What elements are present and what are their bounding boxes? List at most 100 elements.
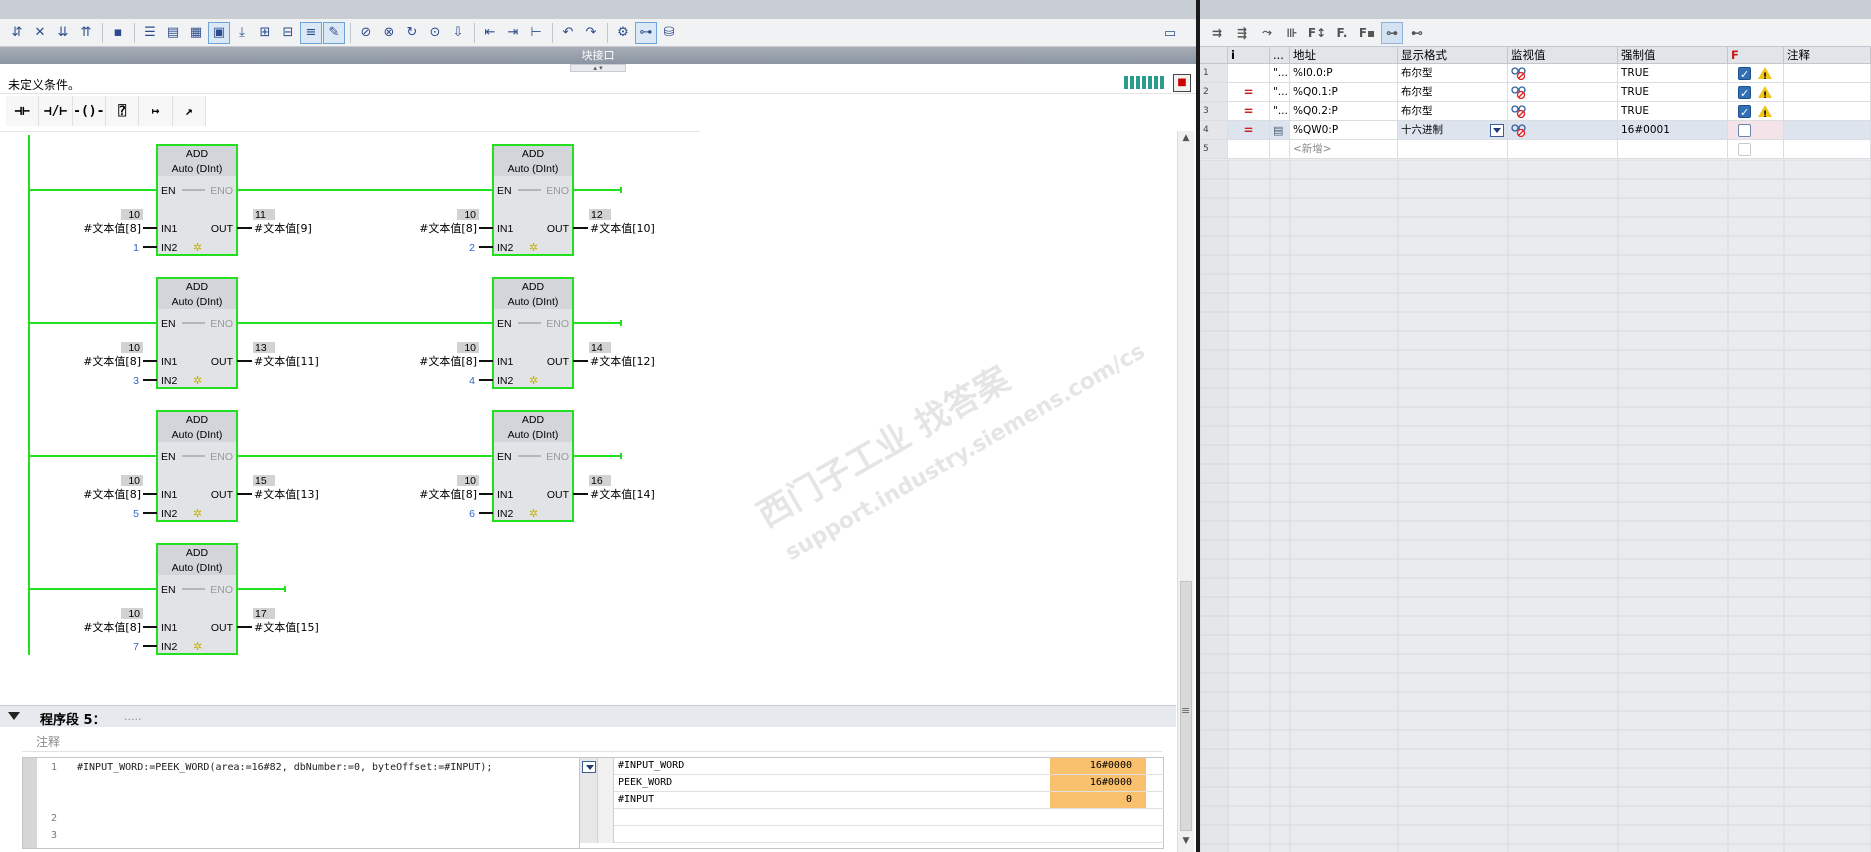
db-lock-icon[interactable]: ⛁ xyxy=(658,22,680,44)
cell-force[interactable]: TRUE xyxy=(1618,83,1728,102)
network5-title-placeholder[interactable]: ..... xyxy=(124,710,141,723)
cell-force[interactable]: TRUE xyxy=(1618,64,1728,83)
force-checkbox[interactable] xyxy=(1738,124,1751,137)
show-hide-icon[interactable]: ⇶ xyxy=(1231,22,1253,44)
col-header-comment[interactable]: 注释 xyxy=(1784,47,1871,64)
jump-forward-icon[interactable]: ↷ xyxy=(580,22,602,44)
cell-eq[interactable]: = xyxy=(1228,121,1270,140)
cell-dots[interactable]: "... xyxy=(1270,64,1290,83)
cell-mon[interactable] xyxy=(1508,83,1618,102)
cell-addr[interactable]: %QW0:P xyxy=(1290,121,1398,140)
col-header-monitor-value[interactable]: 监视值 xyxy=(1508,47,1618,64)
cell-addr[interactable]: %Q0.1:P xyxy=(1290,83,1398,102)
cell-fmt[interactable]: 布尔型 xyxy=(1398,64,1508,83)
nc-contact-icon[interactable]: ⊣/⊢ xyxy=(39,96,73,126)
cell-cmt[interactable] xyxy=(1784,64,1871,83)
cell-dots[interactable] xyxy=(1270,140,1290,159)
glasses-icon[interactable]: ⊶ xyxy=(635,21,657,44)
cell-f[interactable] xyxy=(1728,83,1784,102)
edit-mode-icon[interactable]: ✎ xyxy=(323,21,345,44)
cell-mon[interactable] xyxy=(1508,140,1618,159)
cell-dots[interactable]: ▤ xyxy=(1270,121,1290,140)
layout-icon[interactable]: ▭ xyxy=(1159,22,1181,44)
force-table-row[interactable]: 4 = ▤ %QW0:P 十六进制 16#0001 xyxy=(1200,121,1871,140)
insert-below-icon[interactable]: ⊞ xyxy=(254,22,276,44)
symbol-info-icon[interactable]: ▤ xyxy=(162,22,184,44)
cell-dots[interactable]: "... xyxy=(1270,102,1290,121)
col-header-force-value[interactable]: 强制值 xyxy=(1618,47,1728,64)
no-contact-icon[interactable]: ⊣⊢ xyxy=(6,96,40,126)
format-dropdown-icon[interactable] xyxy=(1490,124,1504,137)
network5-header[interactable]: 程序段 5： ..... xyxy=(0,705,1176,728)
col-header-f[interactable]: F xyxy=(1728,47,1784,64)
comment-toggle-icon[interactable]: ▦ xyxy=(185,22,207,44)
cell-f[interactable] xyxy=(1728,140,1784,159)
open-branch-icon[interactable]: ↦ xyxy=(139,96,173,126)
hide-icon[interactable]: ▪ xyxy=(107,22,129,44)
monitor-once-icon[interactable]: ⊷ xyxy=(1406,22,1428,44)
cell-mon[interactable] xyxy=(1508,121,1618,140)
stop-monitor-icon[interactable]: ■ xyxy=(1173,74,1191,92)
absolute-address-icon[interactable]: ☰ xyxy=(139,22,161,44)
scroll-down-arrow[interactable]: ▼ xyxy=(1178,836,1194,846)
splitter-handle[interactable]: ▴ ▾ xyxy=(570,64,626,72)
delete-network-icon[interactable]: ✕ xyxy=(29,22,51,44)
force-table-row[interactable]: 3 = "... %Q0.2:P 布尔型 TRUE xyxy=(1200,102,1871,121)
network-comments-icon[interactable]: ≡ xyxy=(300,21,322,44)
insert-above-icon[interactable]: ⊟ xyxy=(277,22,299,44)
jump-back-icon[interactable]: ↶ xyxy=(557,22,579,44)
force-table-row[interactable]: 1 "... %I0.0:P 布尔型 TRUE xyxy=(1200,64,1871,83)
scl-editor[interactable]: 1 2 3 #INPUT_WORD:=PEEK_WORD(area:=16#82… xyxy=(22,757,1164,849)
col-header-dots[interactable]: ... xyxy=(1270,47,1290,64)
settings-icon[interactable]: ⚙ xyxy=(612,22,634,44)
network5-comment[interactable]: 注释 xyxy=(22,728,1162,752)
force-table-row[interactable]: 2 = "... %Q0.1:P 布尔型 TRUE xyxy=(1200,83,1871,102)
list-outdent-icon[interactable]: ⇥ xyxy=(502,22,524,44)
ladder-editor[interactable]: ADD Auto (DInt) EN ENO IN1 IN2 ✲ OUT 10 #文本值[8] 1 1… xyxy=(0,135,1176,705)
close-all-networks-icon[interactable]: ⇈ xyxy=(75,22,97,44)
cell-force[interactable]: 16#0001 xyxy=(1618,121,1728,140)
cell-fmt[interactable]: 十六进制 xyxy=(1398,121,1508,140)
force-checkbox[interactable] xyxy=(1738,84,1751,101)
close-branch-icon[interactable]: ↗ xyxy=(173,96,206,126)
cell-force[interactable]: TRUE xyxy=(1618,102,1728,121)
cell-f[interactable] xyxy=(1728,121,1784,140)
collapse-triangle-icon[interactable] xyxy=(8,712,20,720)
coil-icon[interactable]: -()- xyxy=(73,96,106,126)
add-row-icon[interactable]: ⇉ xyxy=(1206,22,1228,44)
cell-cmt[interactable] xyxy=(1784,121,1871,140)
insert-network-icon[interactable]: ⇵ xyxy=(6,22,28,44)
cell-f[interactable] xyxy=(1728,102,1784,121)
editor-vertical-scrollbar[interactable]: ▲ ≡ ▼ xyxy=(1177,131,1194,852)
trigger-icon[interactable]: ⊪ xyxy=(1281,22,1303,44)
force-icon[interactable]: F. xyxy=(1331,22,1353,44)
monitor-all-icon[interactable]: ⊶ xyxy=(1381,21,1403,44)
empty-box-icon[interactable]: ⍰ xyxy=(106,96,140,126)
goto-down-icon[interactable]: ⤓ xyxy=(231,22,253,44)
cell-cmt[interactable] xyxy=(1784,102,1871,121)
force-checkbox[interactable] xyxy=(1738,65,1751,82)
force-table-row[interactable]: 5 <新增> xyxy=(1200,140,1871,159)
monitor-off-icon[interactable]: ⊗ xyxy=(378,22,400,44)
watch-dropdown-icon[interactable] xyxy=(582,761,596,773)
force-value-icon[interactable]: F↕ xyxy=(1306,22,1328,44)
favorites-icon[interactable]: ▣ xyxy=(208,21,230,44)
tree-icon[interactable]: ⊢ xyxy=(525,22,547,44)
col-header-display-format[interactable]: 显示格式 xyxy=(1398,47,1508,64)
address-list-icon[interactable]: ▤ xyxy=(1273,124,1283,137)
cell-addr[interactable]: <新增> xyxy=(1290,140,1398,159)
cell-eq[interactable]: = xyxy=(1228,102,1270,121)
col-header-i[interactable]: i xyxy=(1228,47,1270,64)
cell-force[interactable] xyxy=(1618,140,1728,159)
scl-code-line[interactable]: #INPUT_WORD:=PEEK_WORD(area:=16#82, dbNu… xyxy=(77,762,492,773)
cell-eq[interactable] xyxy=(1228,140,1270,159)
open-all-networks-icon[interactable]: ⇊ xyxy=(52,22,74,44)
col-header-address[interactable]: 地址 xyxy=(1290,47,1398,64)
refresh-icon[interactable]: ↻ xyxy=(401,22,423,44)
cell-eq[interactable] xyxy=(1228,64,1270,83)
cell-mon[interactable] xyxy=(1508,102,1618,121)
block-interface-bar[interactable]: 块接口 xyxy=(0,47,1196,64)
cell-fmt[interactable]: 布尔型 xyxy=(1398,83,1508,102)
force-checkbox[interactable] xyxy=(1738,103,1751,120)
cell-fmt[interactable]: 布尔型 xyxy=(1398,102,1508,121)
